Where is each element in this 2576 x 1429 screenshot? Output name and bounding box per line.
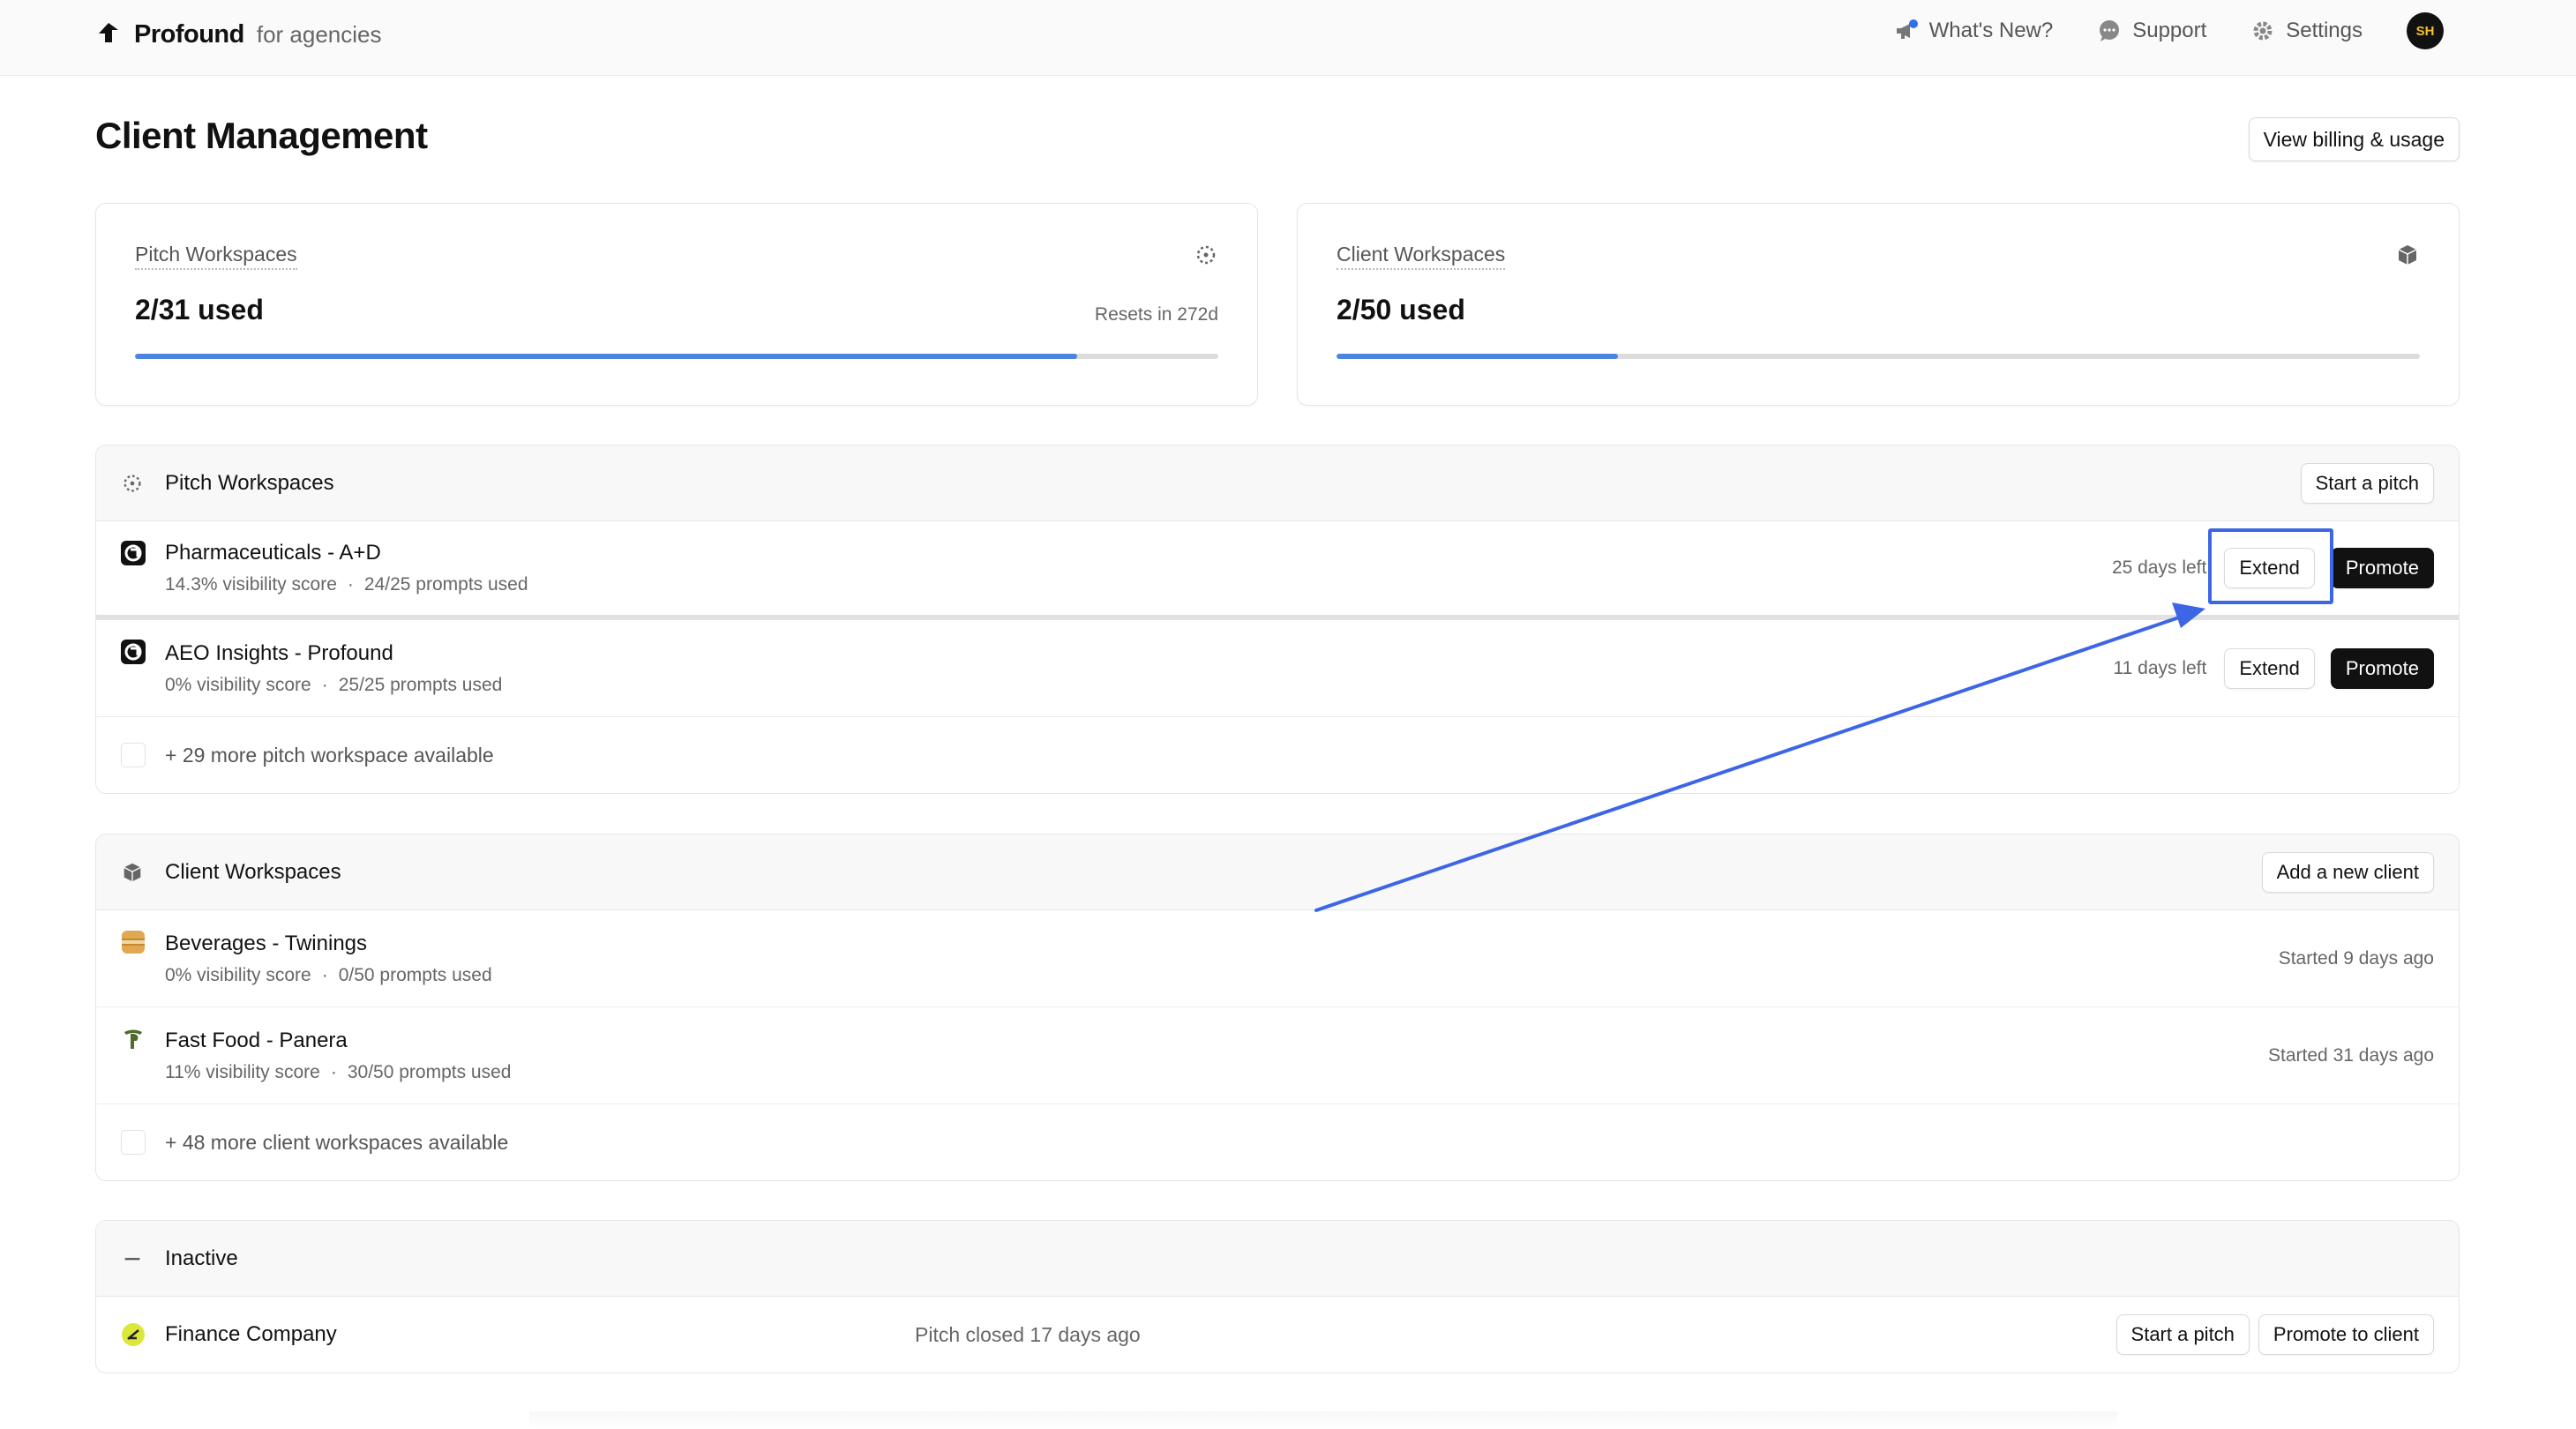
pitch-reset-text: Resets in 272d xyxy=(1094,304,1218,325)
brand-name: Profound xyxy=(134,20,244,49)
workspace-name: AEO Insights - Profound xyxy=(165,640,393,665)
placeholder-checkbox xyxy=(121,743,146,767)
visibility-score: 0% visibility score xyxy=(165,674,311,695)
cube-icon xyxy=(124,863,141,881)
start-pitch-button[interactable]: Start a pitch xyxy=(2115,1314,2250,1355)
pitch-usage-progress xyxy=(135,354,1218,359)
pitch-section-title: Pitch Workspaces xyxy=(165,470,334,495)
visibility-score: 11% visibility score xyxy=(165,1061,320,1082)
client-usage-progress-fill xyxy=(1337,354,1619,359)
promote-to-client-button[interactable]: Promote to client xyxy=(2258,1314,2434,1355)
pitch-workspaces-section: Pitch Workspaces Start a pitch Pharmaceu… xyxy=(95,445,2460,794)
whats-new-link[interactable]: What's New? xyxy=(1894,19,2054,43)
cube-icon xyxy=(2398,245,2417,265)
nav-right: What's New? Support Settings SH xyxy=(1894,12,2444,49)
workspace-row[interactable]: Beverages - Twinings 0% visibility score… xyxy=(96,910,2459,1007)
extend-button[interactable]: Extend xyxy=(2224,647,2315,689)
panera-logo-icon xyxy=(124,1029,142,1049)
chat-bubble-icon xyxy=(2100,20,2120,41)
megaphone-icon xyxy=(1896,19,1918,39)
promote-button[interactable]: Promote xyxy=(2330,647,2434,689)
more-pitch-row[interactable]: + 29 more pitch workspace available xyxy=(96,717,2459,793)
workspace-name: Finance Company xyxy=(165,1322,337,1346)
minus-icon xyxy=(124,1257,140,1260)
workspace-name: Beverages - Twinings xyxy=(165,931,368,955)
pitch-usage-value: 2/31 used xyxy=(135,294,264,325)
started-text: Started 9 days ago xyxy=(2278,947,2434,969)
start-pitch-button[interactable]: Start a pitch xyxy=(2300,463,2434,504)
top-navigation-bar: Profound for agencies What's New? Suppor… xyxy=(0,0,2576,76)
pitch-usage-progress-fill xyxy=(135,354,1078,359)
workspace-meta: 0% visibility score · 25/25 prompts used xyxy=(165,674,503,695)
pitch-usage-card: Pitch Workspaces 2/31 used Resets in 272… xyxy=(95,203,1258,406)
inactive-section-header[interactable]: Inactive xyxy=(96,1221,2459,1297)
finance-company-logo-icon xyxy=(122,1323,145,1346)
extend-button[interactable]: Extend xyxy=(2224,548,2315,588)
more-client-row[interactable]: + 48 more client workspaces available xyxy=(96,1104,2459,1180)
workspace-meta: 14.3% visibility score · 24/25 prompts use… xyxy=(165,574,528,595)
more-client-label: + 48 more client workspaces available xyxy=(165,1130,509,1154)
client-usage-progress xyxy=(1337,354,2420,359)
client-workspaces-section: Client Workspaces Add a new client Bever… xyxy=(95,834,2460,1181)
brand[interactable]: Profound for agencies xyxy=(95,16,382,49)
client-section-title: Client Workspaces xyxy=(165,859,341,884)
client-usage-title[interactable]: Client Workspaces xyxy=(1337,243,1506,270)
pitch-section-header: Pitch Workspaces Start a pitch xyxy=(96,445,2459,521)
settings-label: Settings xyxy=(2286,19,2363,42)
page-title: Client Management xyxy=(95,115,428,156)
prompts-used: 25/25 prompts used xyxy=(338,674,503,695)
inactive-section-title: Inactive xyxy=(165,1246,238,1270)
dotted-circle-icon xyxy=(124,474,141,492)
gear-icon xyxy=(2253,21,2273,41)
profound-workspace-icon xyxy=(121,541,146,565)
pitch-usage-title[interactable]: Pitch Workspaces xyxy=(135,243,297,270)
workspace-name: Fast Food - Panera xyxy=(165,1028,348,1052)
workspace-row[interactable]: Pharmaceuticals - A+D 14.3% visibility s… xyxy=(96,521,2459,620)
visibility-score: 0% visibility score xyxy=(165,964,311,985)
client-section-header: Client Workspaces Add a new client xyxy=(96,834,2459,910)
pitch-closed-status: Pitch closed 17 days ago xyxy=(915,1322,1141,1346)
workspace-name: Pharmaceuticals - A+D xyxy=(165,541,381,565)
inactive-row[interactable]: Finance Company Pitch closed 17 days ago… xyxy=(96,1297,2459,1373)
twinings-logo-icon xyxy=(122,931,145,954)
settings-link[interactable]: Settings xyxy=(2250,19,2363,43)
prompts-used: 30/50 prompts used xyxy=(347,1061,512,1082)
promote-button[interactable]: Promote xyxy=(2330,548,2434,588)
workspace-row[interactable]: AEO Insights - Profound 0% visibility sc… xyxy=(96,620,2459,717)
view-billing-button[interactable]: View billing & usage xyxy=(2248,117,2460,161)
whats-new-label: What's New? xyxy=(1928,19,2054,42)
profound-logo-icon xyxy=(99,23,118,42)
brand-subtitle: for agencies xyxy=(256,21,382,48)
support-label: Support xyxy=(2132,19,2207,42)
profound-workspace-icon xyxy=(121,640,146,664)
more-pitch-label: + 29 more pitch workspace available xyxy=(165,743,494,767)
started-text: Started 31 days ago xyxy=(2268,1044,2434,1066)
workspace-meta: 0% visibility score · 0/50 prompts used xyxy=(165,964,492,985)
prompts-used: 0/50 prompts used xyxy=(338,964,492,985)
support-link[interactable]: Support xyxy=(2097,19,2206,43)
dotted-circle-icon xyxy=(1196,245,1216,265)
workspace-row[interactable]: Fast Food - Panera 11% visibility score ·… xyxy=(96,1007,2459,1104)
client-usage-card: Client Workspaces 2/50 used xyxy=(1297,203,2460,406)
bottom-fade xyxy=(529,1411,2117,1429)
days-left: 25 days left xyxy=(2111,557,2207,578)
workspace-meta: 11% visibility score · 30/50 prompts used xyxy=(165,1061,512,1082)
add-client-button[interactable]: Add a new client xyxy=(2261,852,2434,893)
days-left: 11 days left xyxy=(2113,657,2207,678)
client-usage-value: 2/50 used xyxy=(1337,294,1465,325)
visibility-score: 14.3% visibility score xyxy=(165,574,337,595)
avatar[interactable]: SH xyxy=(2407,12,2444,49)
prompts-used: 24/25 prompts used xyxy=(363,574,528,595)
inactive-section: Inactive Finance Company Pitch closed 17… xyxy=(95,1220,2460,1373)
placeholder-checkbox xyxy=(121,1130,146,1155)
